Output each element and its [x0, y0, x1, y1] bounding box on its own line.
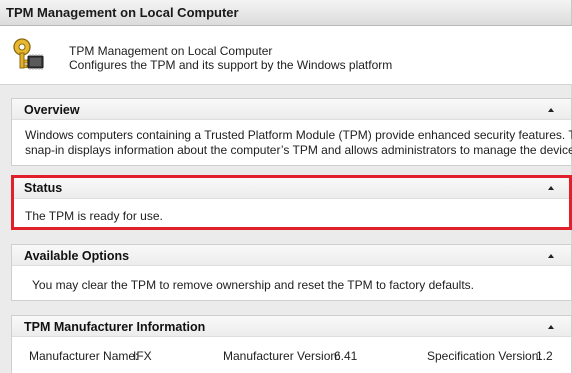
specification-version-label: Specification Version: [427, 349, 542, 363]
status-section: Status The TPM is ready for use. [11, 175, 572, 230]
manufacturer-name-label: Manufacturer Name: [29, 349, 139, 363]
available-options-text: You may clear the TPM to remove ownershi… [32, 278, 474, 292]
manufacturer-version-value: 6.41 [334, 349, 358, 363]
overview-line-1: Windows computers containing a Trusted P… [25, 128, 572, 142]
collapse-up-icon[interactable] [546, 182, 556, 192]
header-panel: TPM Management on Local Computer Configu… [0, 26, 572, 85]
tpm-key-chip-icon [10, 36, 48, 74]
manufacturer-version-label: Manufacturer Version: [223, 349, 341, 363]
header-description: Configures the TPM and its support by th… [69, 58, 393, 72]
window-title: TPM Management on Local Computer [6, 5, 239, 20]
window-title-bar: TPM Management on Local Computer [0, 0, 572, 26]
overview-line-2: snap-in displays information about the c… [25, 143, 572, 157]
manufacturer-name-value: IFX [133, 349, 152, 363]
overview-text: Windows computers containing a Trusted P… [25, 128, 572, 158]
overview-title: Overview [24, 103, 80, 117]
collapse-up-icon[interactable] [546, 250, 556, 260]
header-title: TPM Management on Local Computer [69, 44, 273, 58]
overview-header[interactable]: Overview [12, 99, 571, 120]
manufacturer-section: TPM Manufacturer Information Manufacture… [11, 315, 572, 373]
manufacturer-title: TPM Manufacturer Information [24, 320, 206, 334]
status-text: The TPM is ready for use. [25, 209, 163, 223]
header-text: TPM Management on Local Computer Configu… [69, 44, 392, 72]
main-content: TPM Management on Local Computer Configu… [0, 26, 572, 373]
manufacturer-header[interactable]: TPM Manufacturer Information [12, 316, 571, 337]
collapse-up-icon[interactable] [546, 104, 556, 114]
overview-section: Overview Windows computers containing a … [11, 98, 572, 166]
status-header[interactable]: Status [14, 178, 569, 199]
status-title: Status [24, 181, 63, 195]
available-options-title: Available Options [24, 249, 130, 263]
available-options-header[interactable]: Available Options [12, 245, 571, 266]
specification-version-value: 1.2 [536, 349, 553, 363]
collapse-up-icon[interactable] [546, 321, 556, 331]
available-options-section: Available Options You may clear the TPM … [11, 244, 572, 301]
